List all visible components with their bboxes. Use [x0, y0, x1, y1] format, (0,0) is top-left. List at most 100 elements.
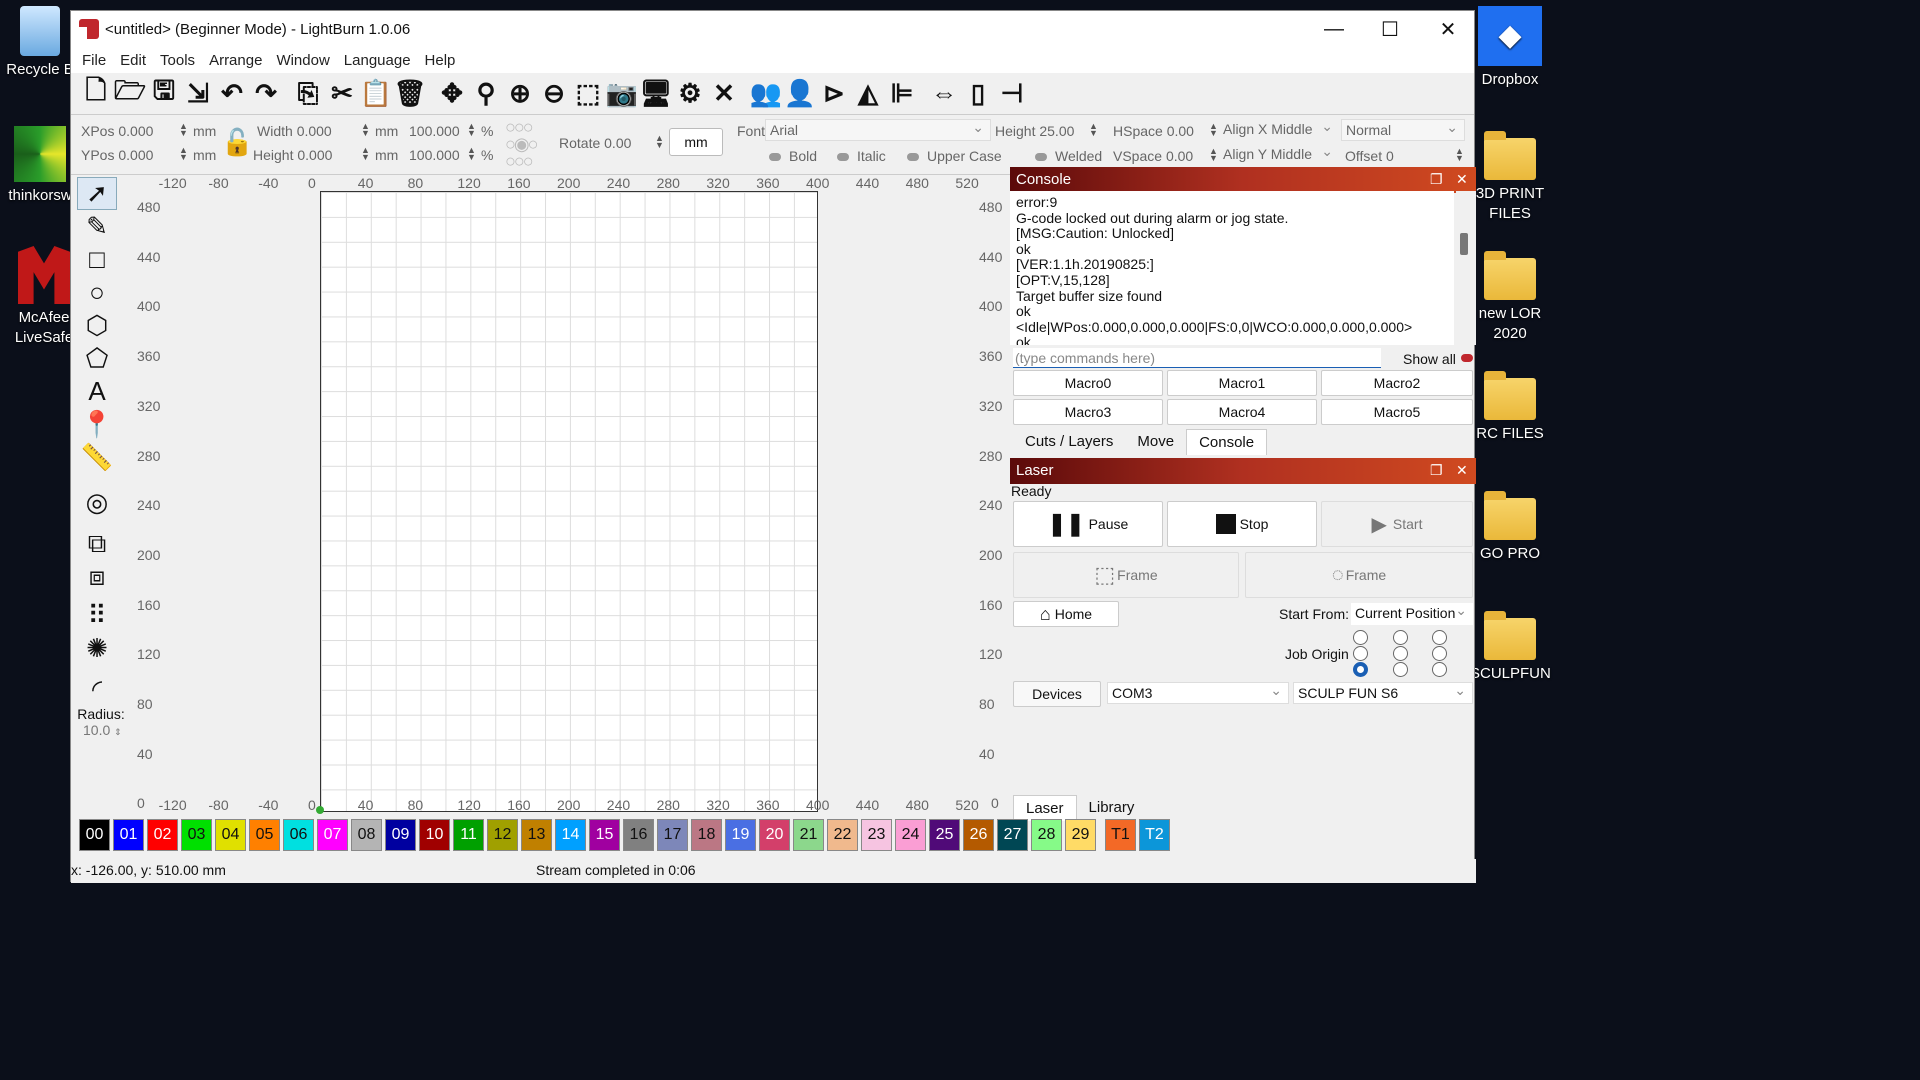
radius-field[interactable]: 10.0 ⇕ — [77, 722, 129, 738]
tab-cuts-layers[interactable]: Cuts / Layers — [1013, 429, 1125, 455]
console-output[interactable]: error:9 G-code locked out during alarm or… — [1010, 191, 1454, 345]
measure-tool-icon[interactable]: 📏 — [77, 441, 117, 474]
width-spinner[interactable]: ▲ ▼ — [361, 122, 370, 138]
layer-swatch-27[interactable]: 27 — [997, 819, 1028, 851]
start-button[interactable]: ▶ Start — [1321, 501, 1473, 547]
work-area-grid[interactable] — [320, 191, 818, 812]
ypos-spinner[interactable]: ▲ ▼ — [179, 146, 188, 162]
layer-swatch-23[interactable]: 23 — [861, 819, 892, 851]
desktop-icon-new-lor-2020[interactable]: new LOR 2020 — [1470, 250, 1550, 344]
zoom-out-icon[interactable]: ⊖ — [537, 77, 571, 111]
layer-swatch-28[interactable]: 28 — [1031, 819, 1062, 851]
zoom-icon[interactable]: ⚲ — [469, 77, 503, 111]
align-right-icon[interactable]: ⊣ — [995, 77, 1029, 111]
rotate-spinner[interactable]: ▲ ▼ — [655, 134, 664, 150]
layer-swatch-15[interactable]: 15 — [589, 819, 620, 851]
ypos-field[interactable]: 0.000 — [118, 147, 153, 163]
console-scrollbar[interactable] — [1456, 191, 1476, 345]
lock-icon[interactable]: 🔓 — [221, 127, 253, 158]
hspace-spinner[interactable]: ▲ ▼ — [1209, 122, 1218, 138]
grid-array-icon[interactable]: ⠿ — [77, 599, 117, 632]
layer-swatch-13[interactable]: 13 — [521, 819, 552, 851]
macro0-button[interactable]: Macro0 — [1013, 370, 1163, 396]
desktop-icon-sculpfun[interactable]: SCULPFUN — [1470, 610, 1551, 684]
layer-swatch-17[interactable]: 17 — [657, 819, 688, 851]
layer-swatch-19[interactable]: 19 — [725, 819, 756, 851]
settings-icon[interactable]: ⚙ — [673, 77, 707, 111]
width-field[interactable]: 0.000 — [297, 123, 332, 139]
flip-horizontal-icon[interactable]: ⊳ — [817, 77, 851, 111]
layer-swatch-12[interactable]: 12 — [487, 819, 518, 851]
align-x-select[interactable]: Align X Middle — [1219, 118, 1339, 141]
home-button[interactable]: ⌂ Home — [1013, 601, 1119, 627]
zoom-in-icon[interactable]: ⊕ — [503, 77, 537, 111]
pen-tool-icon[interactable]: ✎ — [77, 210, 117, 243]
layer-swatch-06[interactable]: 06 — [283, 819, 314, 851]
bold-toggle[interactable] — [769, 153, 781, 162]
align-y-select[interactable]: Align Y Middle — [1219, 143, 1339, 166]
hspace-field[interactable]: 0.00 — [1167, 123, 1194, 139]
weld-shapes-icon[interactable]: ⧈ — [77, 560, 117, 593]
layer-swatch-05[interactable]: 05 — [249, 819, 280, 851]
upper-case-toggle[interactable] — [907, 153, 919, 162]
italic-toggle[interactable] — [837, 153, 849, 162]
layer-swatch-24[interactable]: 24 — [895, 819, 926, 851]
macro1-button[interactable]: Macro1 — [1167, 370, 1317, 396]
import-icon[interactable]: ⇲ — [181, 77, 215, 111]
minimize-button[interactable]: — — [1305, 11, 1363, 47]
copy-icon[interactable]: ⎘ — [291, 77, 325, 111]
paste-icon[interactable]: 📋 — [359, 77, 393, 111]
height-field[interactable]: 0.000 — [297, 147, 332, 163]
menu-file[interactable]: File — [75, 52, 113, 69]
port-select[interactable]: COM3 — [1107, 682, 1289, 704]
polygon-tool-icon[interactable]: ⬡ — [77, 309, 117, 342]
offset-shapes-icon[interactable]: ◎ — [77, 486, 117, 519]
distribute-icon[interactable]: ⇔ — [927, 77, 961, 111]
stop-button[interactable]: Stop — [1167, 501, 1317, 547]
vspace-field[interactable]: 0.00 — [1166, 148, 1193, 164]
device-select[interactable]: SCULP FUN S6 — [1293, 682, 1473, 704]
offset-spinner[interactable]: ▲ ▼ — [1455, 147, 1464, 163]
scale-height-field[interactable]: 100.000 — [409, 147, 460, 163]
menu-help[interactable]: Help — [418, 52, 463, 69]
tab-library[interactable]: Library — [1077, 795, 1147, 821]
circular-array-icon[interactable]: ✺ — [77, 632, 117, 665]
group-icon[interactable]: 👥 — [749, 77, 783, 111]
layer-swatch-22[interactable]: 22 — [827, 819, 858, 851]
scale-width-spinner[interactable]: ▲ ▼ — [467, 122, 476, 138]
layer-swatch-07[interactable]: 07 — [317, 819, 348, 851]
scale-width-field[interactable]: 100.000 — [409, 123, 460, 139]
zoom-frame-icon[interactable]: ⬚ — [571, 77, 605, 111]
start-from-select[interactable]: Current Position — [1351, 602, 1473, 625]
camera-icon[interactable]: 📷 — [605, 77, 639, 111]
align-center-icon[interactable]: ▯ — [961, 77, 995, 111]
layer-swatch-t1[interactable]: T1 — [1105, 819, 1136, 851]
job-origin-radio[interactable] — [1393, 630, 1408, 645]
layer-swatch-09[interactable]: 09 — [385, 819, 416, 851]
canvas-area[interactable]: -120 -80 -40 0 40 80 120 160 200 240 280 320 360 400 4… — [131, 175, 1009, 817]
job-origin-radio-selected[interactable] — [1353, 662, 1368, 677]
layer-swatch-14[interactable]: 14 — [555, 819, 586, 851]
job-origin-radio[interactable] — [1432, 630, 1447, 645]
job-origin-radio[interactable] — [1393, 646, 1408, 661]
font-height-spinner[interactable]: ▲ ▼ — [1089, 122, 1098, 138]
desktop-icon-3d-print-files[interactable]: 3D PRINT FILES — [1470, 130, 1550, 224]
xpos-field[interactable]: 0.000 — [118, 123, 153, 139]
delete-icon[interactable]: 🗑 — [393, 77, 427, 111]
show-all-toggle[interactable] — [1461, 354, 1473, 362]
desktop-icon-rc-files[interactable]: RC FILES — [1470, 370, 1550, 444]
maximize-button[interactable]: ☐ — [1361, 11, 1419, 47]
boolean-union-icon[interactable]: ⧉ — [77, 527, 117, 560]
desktop-icon-go-pro[interactable]: GO PRO — [1470, 490, 1550, 564]
move-icon[interactable]: ✥ — [435, 77, 469, 111]
layer-swatch-00[interactable]: 00 — [79, 819, 110, 851]
rectangle-tool-icon[interactable]: □ — [77, 243, 117, 276]
pause-button[interactable]: ❚❚ Pause — [1013, 501, 1163, 547]
layer-swatch-18[interactable]: 18 — [691, 819, 722, 851]
job-origin-radio[interactable] — [1393, 662, 1408, 677]
corner-radius-icon[interactable]: ◜ — [77, 673, 117, 706]
layer-swatch-08[interactable]: 08 — [351, 819, 382, 851]
font-height-field[interactable]: 25.00 — [1039, 123, 1074, 139]
menu-language[interactable]: Language — [337, 52, 418, 69]
menu-edit[interactable]: Edit — [113, 52, 153, 69]
